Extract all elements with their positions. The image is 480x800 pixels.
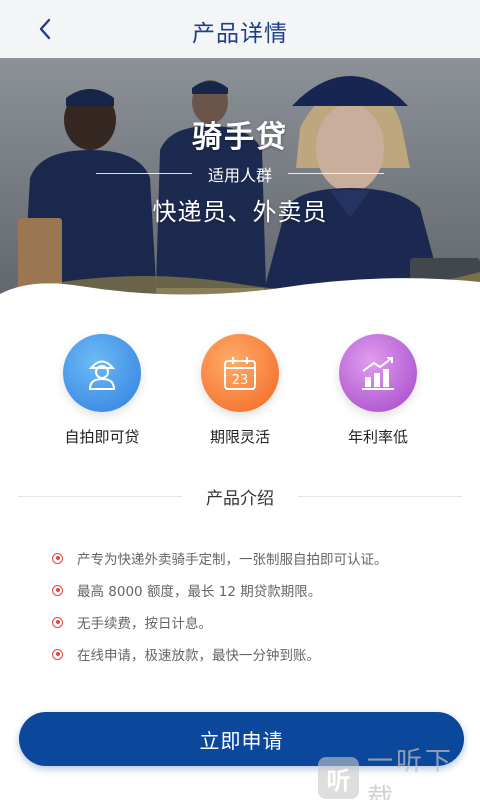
calendar-number: 23 xyxy=(232,373,249,388)
top-nav-bar: 产品详情 xyxy=(0,0,480,58)
list-item: 最高 8000 额度，最长 12 期贷款期限。 xyxy=(52,574,472,606)
hero-divider-right xyxy=(288,173,384,174)
feature-list: 自拍即可贷 23 期限灵活 年利率低 xyxy=(0,334,480,454)
feature-label: 期限灵活 xyxy=(209,428,270,446)
feature-icon-circle xyxy=(339,334,417,412)
feature-label: 自拍即可贷 xyxy=(64,428,140,446)
divider-right xyxy=(298,496,462,497)
hero-banner: 骑手贷 适用人群 快递员、外卖员 xyxy=(0,58,480,320)
hero-target-audience: 快递员、外卖员 xyxy=(152,198,328,226)
list-item: 无手续费，按日计息。 xyxy=(52,606,472,638)
bullet-icon xyxy=(52,616,63,628)
point-text: 最高 8000 额度，最长 12 期贷款期限。 xyxy=(77,584,322,600)
person-icon xyxy=(88,360,116,390)
intro-point-list: 产专为快递外卖骑手定制，一张制服自拍即可认证。 最高 8000 额度，最长 12… xyxy=(52,542,472,670)
watermark-text: 一听下载 xyxy=(366,747,454,800)
feature-selfie-loan: 自拍即可贷 xyxy=(22,334,182,447)
hero-wave xyxy=(0,278,480,320)
watermark-logo-icon: 听 xyxy=(318,757,359,799)
point-text: 在线申请，极速放款，最快一分钟到账。 xyxy=(77,648,320,664)
feature-flexible-term: 23 期限灵活 xyxy=(160,334,320,447)
calendar-icon: 23 xyxy=(224,357,256,390)
bullet-icon xyxy=(52,584,63,596)
feature-icon-circle: 23 xyxy=(201,334,279,412)
bullet-icon xyxy=(52,552,63,564)
page-title: 产品详情 xyxy=(192,21,288,47)
feature-icon-circle xyxy=(63,334,141,412)
watermark: 听 一听下载 xyxy=(318,747,480,800)
section-header-intro: 产品介绍 xyxy=(18,484,462,509)
bar-chart-icon xyxy=(362,357,394,390)
point-text: 产专为快递外卖骑手定制，一张制服自拍即可认证。 xyxy=(77,552,388,568)
hero-subtitle: 适用人群 xyxy=(207,166,272,185)
feature-low-rate: 年利率低 xyxy=(298,334,458,447)
list-item: 在线申请，极速放款，最快一分钟到账。 xyxy=(52,638,472,670)
bullet-icon xyxy=(52,648,63,660)
point-text: 无手续费，按日计息。 xyxy=(77,616,212,632)
feature-label: 年利率低 xyxy=(347,428,408,446)
list-item: 产专为快递外卖骑手定制，一张制服自拍即可认证。 xyxy=(52,542,472,574)
hero-title: 骑手贷 xyxy=(192,120,288,155)
